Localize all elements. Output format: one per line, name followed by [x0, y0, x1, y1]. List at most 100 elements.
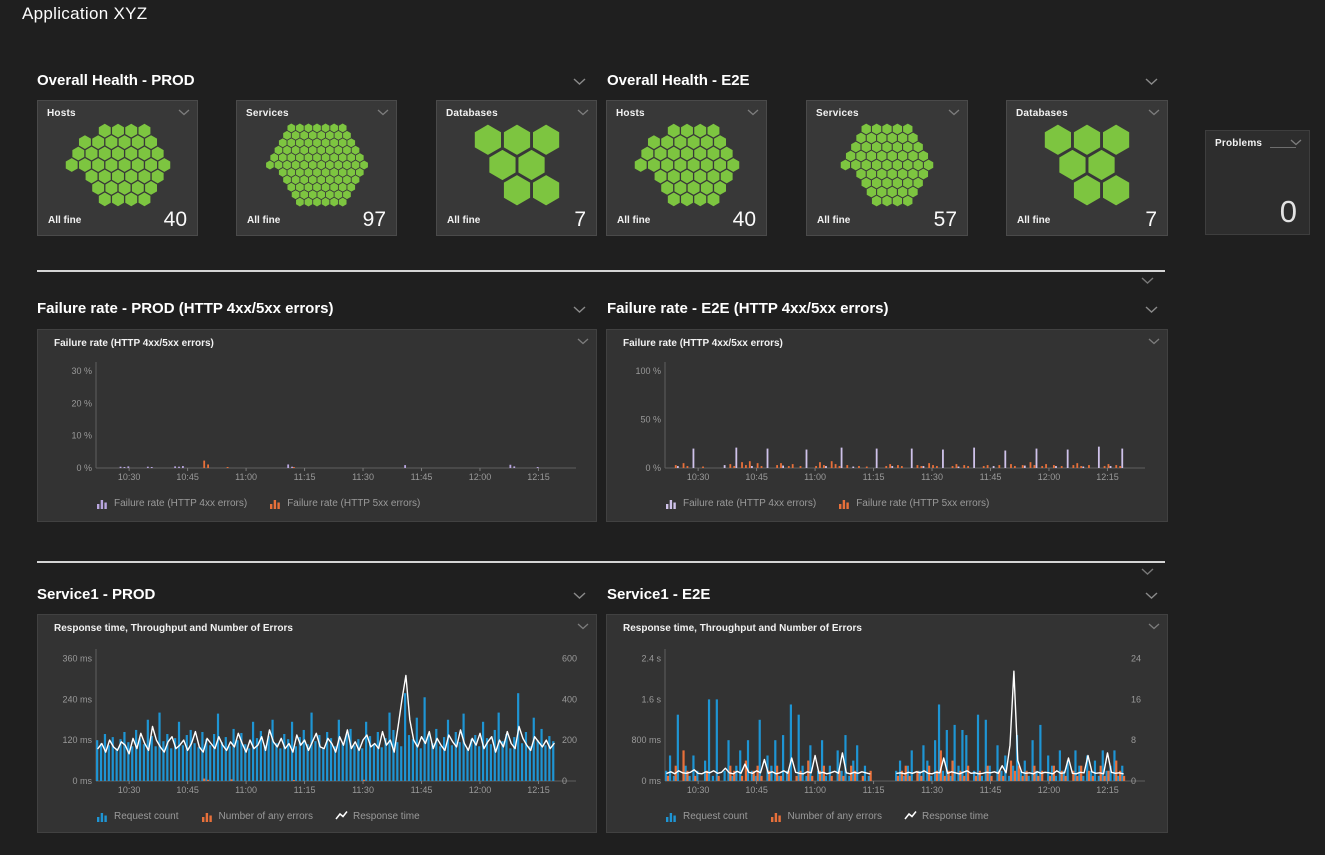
hexagon-healthy[interactable] — [903, 160, 912, 171]
hexagon-healthy[interactable] — [351, 161, 359, 170]
hexagon-healthy[interactable] — [131, 181, 143, 195]
hexagon-healthy[interactable] — [338, 198, 346, 207]
hexagon-healthy[interactable] — [893, 196, 902, 207]
hexagon-healthy[interactable] — [720, 147, 732, 161]
hexagon-healthy[interactable] — [304, 123, 312, 132]
hexagon-healthy[interactable] — [700, 181, 712, 195]
hexagon-healthy[interactable] — [283, 175, 291, 184]
hexagon-healthy[interactable] — [1059, 150, 1085, 180]
hexagon-healthy[interactable] — [65, 158, 77, 172]
hexagon-healthy[interactable] — [278, 138, 286, 147]
hexagon-healthy[interactable] — [674, 181, 686, 195]
hexagon-healthy[interactable] — [158, 158, 170, 172]
hexagon-healthy[interactable] — [867, 187, 876, 198]
hexagon-healthy[interactable] — [313, 153, 321, 162]
hexagon-healthy[interactable] — [330, 168, 338, 177]
hexagon-healthy[interactable] — [877, 187, 886, 198]
hexagon-healthy[interactable] — [694, 170, 706, 184]
hexagon-healthy[interactable] — [321, 123, 329, 132]
chevron-down-icon[interactable] — [377, 109, 389, 116]
hexagon-healthy[interactable] — [908, 169, 917, 180]
hexagon-healthy[interactable] — [355, 168, 363, 177]
hexagon-healthy[interactable] — [85, 170, 97, 184]
hexagon-healthy[interactable] — [919, 169, 928, 180]
hexagon-healthy[interactable] — [877, 169, 886, 180]
hexagon-healthy[interactable] — [151, 170, 163, 184]
chevron-down-icon[interactable] — [1145, 78, 1158, 86]
hexagon-healthy[interactable] — [908, 133, 917, 144]
hexagon-healthy[interactable] — [533, 125, 559, 155]
hexagon-healthy[interactable] — [125, 124, 137, 138]
hexagon-healthy[interactable] — [714, 181, 726, 195]
hexagon-healthy[interactable] — [343, 131, 351, 140]
hexagon-healthy[interactable] — [308, 175, 316, 184]
hexagon-healthy[interactable] — [667, 124, 679, 138]
hexagon-healthy[interactable] — [867, 133, 876, 144]
hexagon-healthy[interactable] — [882, 178, 891, 189]
hexagon-healthy[interactable] — [321, 168, 329, 177]
hexagon-healthy[interactable] — [334, 131, 342, 140]
hexagon-healthy[interactable] — [78, 158, 90, 172]
hexagon-healthy[interactable] — [308, 190, 316, 199]
hexagon-healthy[interactable] — [72, 147, 84, 161]
hexagon-healthy[interactable] — [360, 161, 368, 170]
hexagon-healthy[interactable] — [647, 158, 659, 172]
hexagon-healthy[interactable] — [138, 147, 150, 161]
hexagon-healthy[interactable] — [105, 135, 117, 149]
hexagon-healthy[interactable] — [334, 146, 342, 155]
hexagon-healthy[interactable] — [278, 153, 286, 162]
hexagon-healthy[interactable] — [338, 168, 346, 177]
hexagon-healthy[interactable] — [313, 123, 321, 132]
hexagon-healthy[interactable] — [325, 131, 333, 140]
hexagon-healthy[interactable] — [270, 153, 278, 162]
hexagon-healthy[interactable] — [291, 175, 299, 184]
chevron-down-icon[interactable] — [747, 109, 759, 116]
hexagon-healthy[interactable] — [287, 123, 295, 132]
hexagon-healthy[interactable] — [343, 161, 351, 170]
hexagon-healthy[interactable] — [145, 181, 157, 195]
hexagon-healthy[interactable] — [330, 198, 338, 207]
hexagon-healthy[interactable] — [914, 160, 923, 171]
legend-item[interactable]: Request count — [665, 810, 748, 822]
chevron-down-icon[interactable] — [573, 78, 586, 86]
hexagon-healthy[interactable] — [304, 198, 312, 207]
hexagon-healthy[interactable] — [707, 124, 719, 138]
legend-item[interactable]: Failure rate (HTTP 5xx errors) — [269, 497, 420, 509]
hexagon-healthy[interactable] — [862, 178, 871, 189]
hexagon-healthy[interactable] — [291, 190, 299, 199]
hexagon-healthy[interactable] — [313, 138, 321, 147]
hexagon-healthy[interactable] — [862, 124, 871, 135]
hexagon-healthy[interactable] — [334, 175, 342, 184]
hexagon-healthy[interactable] — [98, 170, 110, 184]
hexagon-healthy[interactable] — [903, 124, 912, 135]
hexagon-healthy[interactable] — [330, 123, 338, 132]
hexagon-healthy[interactable] — [1088, 150, 1114, 180]
hexagon-healthy[interactable] — [654, 170, 666, 184]
hexagon-healthy[interactable] — [105, 158, 117, 172]
hexagon-healthy[interactable] — [681, 147, 693, 161]
hexagon-healthy[interactable] — [300, 161, 308, 170]
hexagon-healthy[interactable] — [317, 190, 325, 199]
hexagon-healthy[interactable] — [274, 161, 282, 170]
hexagon-healthy[interactable] — [707, 170, 719, 184]
hexagon-healthy[interactable] — [131, 158, 143, 172]
hexagon-healthy[interactable] — [343, 190, 351, 199]
hexagon-healthy[interactable] — [634, 158, 646, 172]
hexagon-healthy[interactable] — [347, 153, 355, 162]
hexagon-healthy[interactable] — [338, 138, 346, 147]
hexagon-healthy[interactable] — [338, 123, 346, 132]
hexagon-healthy[interactable] — [131, 135, 143, 149]
hexagon-healthy[interactable] — [330, 138, 338, 147]
hexagon-healthy[interactable] — [343, 146, 351, 155]
hexagon-healthy[interactable] — [334, 161, 342, 170]
hexagon-healthy[interactable] — [304, 153, 312, 162]
hexagon-healthy[interactable] — [118, 158, 130, 172]
hexagon-healthy[interactable] — [700, 135, 712, 149]
hexagon-healthy[interactable] — [325, 146, 333, 155]
hexagon-healthy[interactable] — [338, 153, 346, 162]
hexagon-healthy[interactable] — [882, 124, 891, 135]
hexagon-healthy[interactable] — [325, 161, 333, 170]
hexagon-healthy[interactable] — [291, 161, 299, 170]
hexagon-healthy[interactable] — [92, 158, 104, 172]
hexagon-healthy[interactable] — [321, 138, 329, 147]
